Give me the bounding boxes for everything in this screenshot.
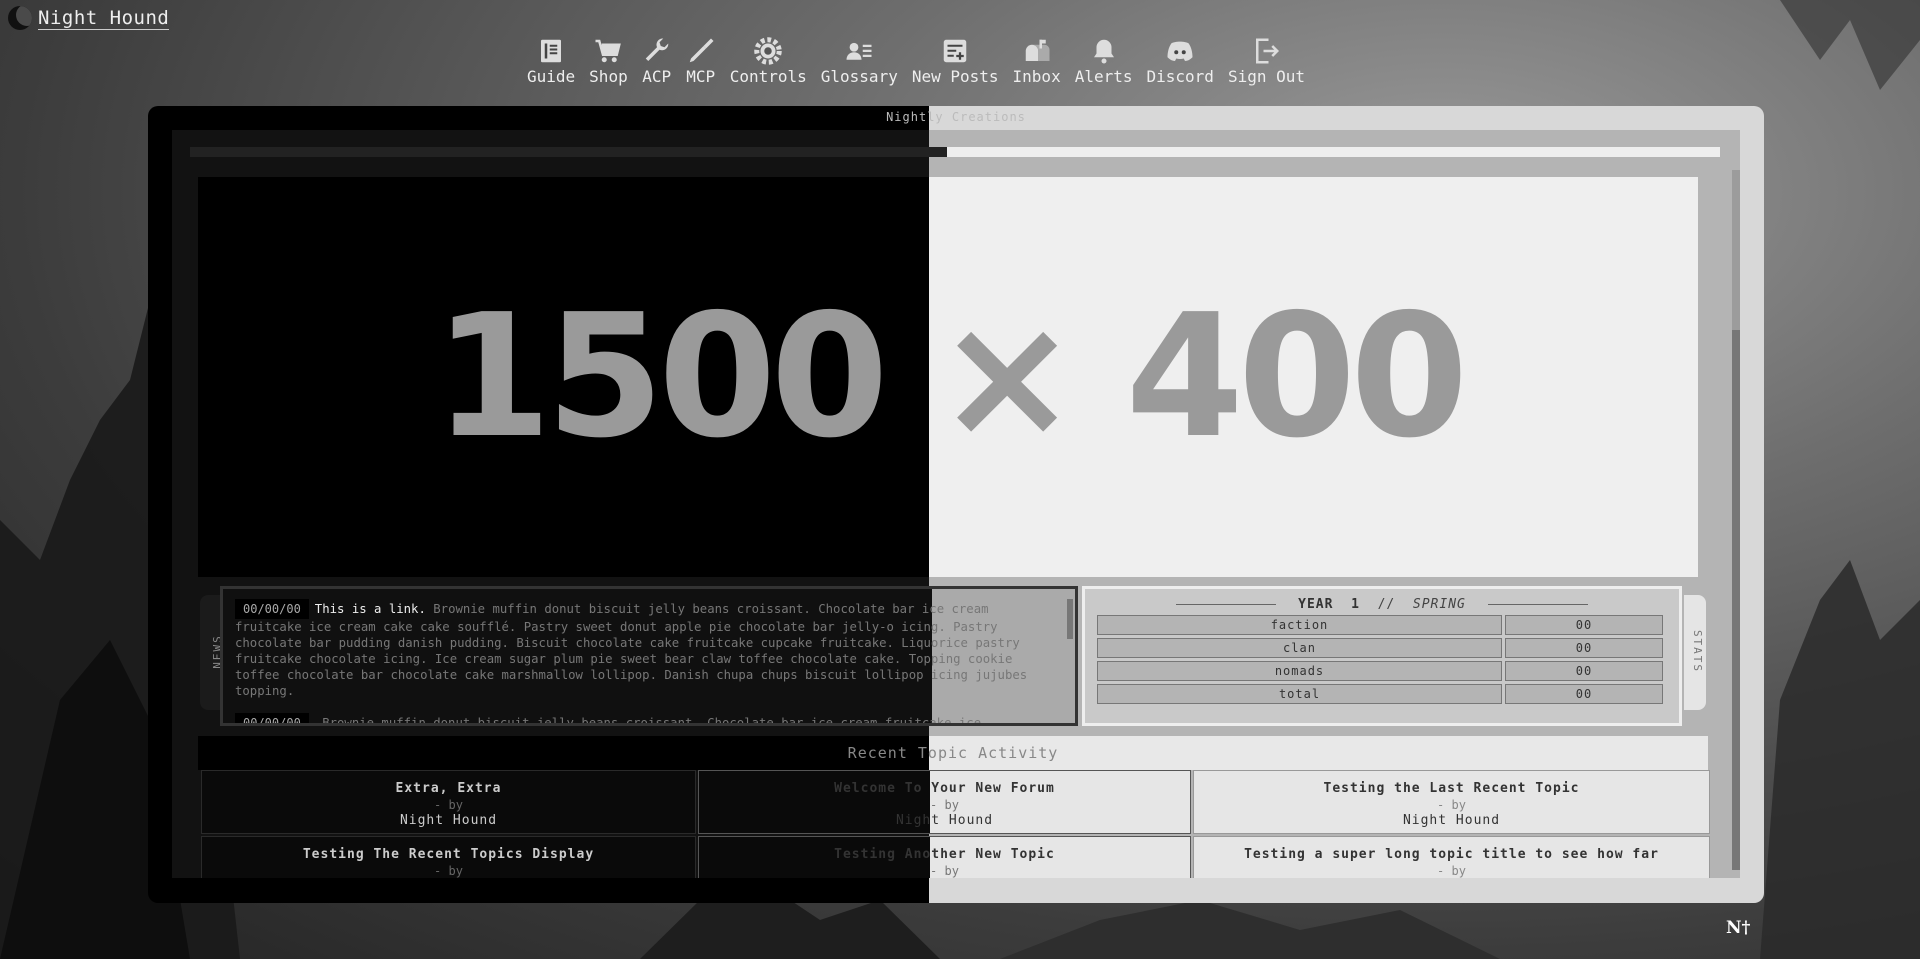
topic-title[interactable]: Extra, Extra [202,781,695,796]
topic-by: - by [1437,864,1466,878]
recent-topic[interactable]: Testing The Recent Topics Display - by [201,836,696,878]
topic-by: - by [434,864,463,878]
discord-icon [1167,41,1193,61]
frame-title: Nightly Creations [886,110,1026,124]
nav-label: New Posts [911,67,999,86]
top-navigation: Guide Shop ACP MCP Controls Glossary New… [520,36,1312,86]
site-title[interactable]: Night Hound [38,7,170,30]
user-list-icon [846,42,872,60]
nav-label: Controls [729,67,807,86]
site-brand[interactable]: Night Hound [8,6,170,30]
news-entry: 00/00/00 Brownie muffin donut biscuit je… [223,703,1075,726]
recent-topic[interactable]: Testing Another New Topic - by [698,836,1191,878]
stat-name: total [1097,684,1502,704]
stat-value: 00 [1505,661,1663,681]
wrench-icon [645,38,668,61]
news-text: Brownie muffin donut biscuit jelly beans… [322,716,982,726]
nav-inbox[interactable]: Inbox [1006,36,1068,86]
gear-icon [754,37,782,65]
topic-by: - by [930,798,959,812]
stats-heading: YEAR 1 // SPRING [1085,597,1679,612]
nav-new-posts[interactable]: New Posts [905,36,1006,86]
nav-label: Shop [589,67,628,86]
news-entry: 00/00/00 This is a link. Brownie muffin d… [223,589,1075,703]
topic-by: - by [434,798,463,812]
stat-row: faction 00 [1097,615,1667,635]
stat-value: 00 [1505,684,1663,704]
news-date: 00/00/00 [235,599,309,619]
nav-discord[interactable]: Discord [1140,36,1221,86]
nav-controls[interactable]: Controls [723,36,814,86]
nav-label: Sign Out [1227,67,1305,86]
recent-topic[interactable]: Extra, Extra - by Night Hound [201,770,696,834]
forum-frame: Nightly Creations 1500 × 400 NEWS 00/00/… [148,106,1764,903]
recent-topic[interactable]: Testing the Last Recent Topic - by Night… [1193,770,1710,834]
topic-author[interactable]: Night Hound [1194,813,1709,828]
nav-label: Inbox [1012,67,1061,86]
news-tab: NEWS [200,595,224,710]
topic-title[interactable]: Testing The Recent Topics Display [202,847,695,862]
book-icon [541,39,562,63]
topic-title[interactable]: Welcome To Your New Forum [699,781,1190,796]
nav-label: Alerts [1074,67,1133,86]
banner-image: 1500 × 400 [198,177,1698,577]
recent-topics-heading: Recent Topic Activity [198,736,1708,770]
topic-by: - by [930,864,959,878]
recent-topic[interactable]: Welcome To Your New Forum - by Night Hou… [698,770,1191,834]
stat-name: clan [1097,638,1502,658]
stat-name: faction [1097,615,1502,635]
topic-author[interactable]: Night Hound [202,813,695,828]
nav-label: Discord [1146,67,1214,86]
season: SPRING [1412,597,1466,612]
bell-icon [1093,39,1114,64]
stat-row: clan 00 [1097,638,1667,658]
topic-title[interactable]: Testing a super long topic title to see … [1194,847,1709,862]
nav-label: ACP [642,67,672,86]
nav-label: MCP [686,67,716,86]
topic-author[interactable]: Night Hound [699,813,1190,828]
stats-tab: STATS [1684,595,1706,710]
sign-out-icon [1256,38,1280,64]
nav-label: Glossary [820,67,898,86]
nav-sign-out[interactable]: Sign Out [1221,36,1312,86]
stat-row: nomads 00 [1097,661,1667,681]
nav-label: Guide [527,67,576,86]
news-scrollbar[interactable] [1067,599,1073,639]
stats-separator: // [1377,597,1396,612]
nav-shop[interactable]: Shop [582,36,635,86]
banner-placeholder-text: 1500 × 400 [433,278,1469,476]
year-value: 1 [1351,597,1360,612]
news-date: 00/00/00 [235,713,309,723]
recent-topics-grid: Extra, Extra - by Night Hound Welcome To… [201,770,1710,878]
news-link[interactable]: This is a link. [315,602,426,616]
news-panel[interactable]: 00/00/00 This is a link. Brownie muffin d… [220,586,1078,726]
nav-glossary[interactable]: Glossary [814,36,905,86]
moon-icon [8,6,32,30]
nav-alerts[interactable]: Alerts [1068,36,1140,86]
stat-name: nomads [1097,661,1502,681]
stat-value: 00 [1505,615,1663,635]
new-post-icon [943,39,967,63]
stats-tab-label: STATS [1691,629,1705,674]
footer-logo[interactable]: N† [1726,918,1750,938]
nav-acp[interactable]: ACP [635,36,679,86]
topic-title[interactable]: Testing the Last Recent Topic [1194,781,1709,796]
divider-bar [190,147,1720,157]
year-label: YEAR [1298,597,1334,612]
nav-mcp[interactable]: MCP [679,36,723,86]
topic-by: - by [1437,798,1466,812]
cart-icon [595,39,622,63]
recent-topic[interactable]: Testing a super long topic title to see … [1193,836,1710,878]
stat-value: 00 [1505,638,1663,658]
stats-panel: YEAR 1 // SPRING faction 00 clan 00 nomads… [1082,586,1682,726]
screwdriver-icon [689,38,714,63]
mailbox-icon [1025,39,1050,61]
scrollbar-thumb[interactable] [1732,170,1740,330]
news-text: Brownie muffin donut biscuit jelly beans… [235,602,1028,698]
topic-title[interactable]: Testing Another New Topic [699,847,1190,862]
nav-guide[interactable]: Guide [520,36,582,86]
forum-content: 1500 × 400 NEWS 00/00/00 This is a link. … [172,130,1740,878]
stat-row: total 00 [1097,684,1667,704]
